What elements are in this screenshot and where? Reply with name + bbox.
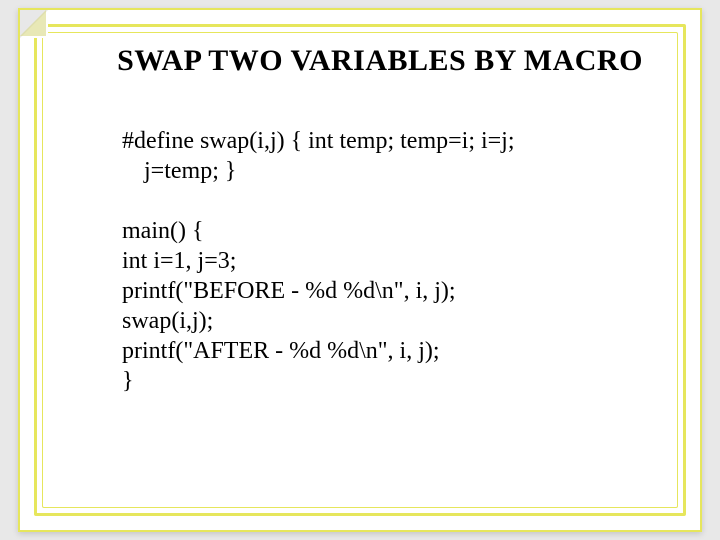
code-line-2: int i=1, j=3;: [122, 246, 640, 276]
code-line-3: printf("BEFORE - %d %d\n", i, j);: [122, 276, 640, 306]
macro-line-1: #define swap(i,j) { int temp; temp=i; i=…: [122, 126, 640, 156]
page-dogear-fold: [20, 10, 46, 36]
code-block: #define swap(i,j) { int temp; temp=i; i=…: [60, 126, 660, 396]
main-function: main() { int i=1, j=3; printf("BEFORE - …: [122, 216, 640, 396]
code-line-1: main() {: [122, 216, 640, 246]
code-line-4: swap(i,j);: [122, 306, 640, 336]
slide-title: SWAP TWO VARIABLES BY MACRO: [60, 44, 660, 78]
macro-definition: #define swap(i,j) { int temp; temp=i; i=…: [122, 126, 640, 186]
macro-line-2: j=temp; }: [122, 156, 640, 186]
code-line-5: printf("AFTER - %d %d\n", i, j);: [122, 336, 640, 366]
code-line-6: }: [122, 366, 640, 396]
slide-content: SWAP TWO VARIABLES BY MACRO #define swap…: [60, 40, 660, 500]
slide: SWAP TWO VARIABLES BY MACRO #define swap…: [18, 8, 702, 532]
